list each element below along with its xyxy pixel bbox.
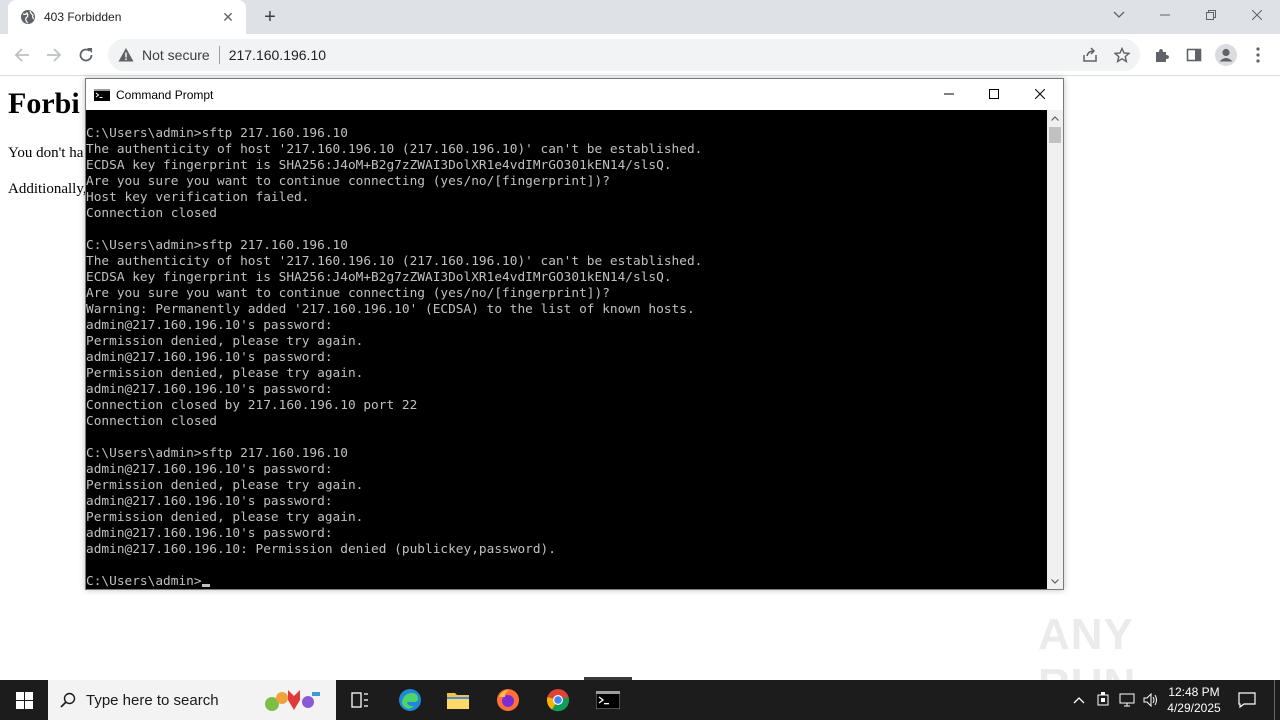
browser-tab[interactable]: 403 Forbidden ✕ <box>8 0 246 34</box>
system-clock[interactable]: 12:48 PM 4/29/2025 <box>1160 680 1228 720</box>
search-highlight-illustration-icon <box>265 690 320 711</box>
page-paragraph-2: Additionally, <box>8 181 87 197</box>
device-status-icon[interactable] <box>1092 680 1114 720</box>
browser-toolbar: Not secure 217.160.196.10 <box>0 34 1280 76</box>
windows-taskbar: Type here to search 12:48 PM 4/29/2025 <box>0 680 1280 720</box>
warning-triangle-icon[interactable] <box>118 47 134 63</box>
close-icon[interactable] <box>1234 0 1280 30</box>
scroll-down-arrow-icon[interactable] <box>1047 573 1063 589</box>
chrome-icon[interactable] <box>534 680 582 720</box>
scroll-up-arrow-icon[interactable] <box>1047 110 1063 126</box>
text-cursor <box>201 584 210 587</box>
volume-icon[interactable] <box>1140 680 1162 720</box>
clock-date: 4/29/2025 <box>1167 701 1221 715</box>
show-desktop-button[interactable] <box>1274 680 1280 720</box>
cmd-close-icon[interactable] <box>1017 79 1063 109</box>
menu-kebab-icon[interactable] <box>1246 43 1270 67</box>
edge-browser-icon[interactable] <box>386 680 434 720</box>
cmd-titlebar[interactable]: Command Prompt <box>86 79 1063 110</box>
cmd-maximize-icon[interactable] <box>971 79 1017 109</box>
scroll-thumb[interactable] <box>1049 127 1061 143</box>
command-prompt-taskbar-icon[interactable] <box>584 680 632 720</box>
search-icon <box>60 692 76 708</box>
show-hidden-icons-chevron-icon[interactable] <box>1068 680 1090 720</box>
omnibox-separator <box>218 46 220 64</box>
side-panel-icon[interactable] <box>1182 43 1206 67</box>
page-paragraph-1: You don't ha <box>8 145 84 161</box>
url-text[interactable]: 217.160.196.10 <box>229 47 326 63</box>
security-status-label[interactable]: Not secure <box>142 47 210 63</box>
command-prompt-window[interactable]: Command Prompt C:\Users\admin>sftp 217.1… <box>85 78 1064 590</box>
clock-time: 12:48 PM <box>1168 685 1220 699</box>
file-explorer-icon[interactable] <box>434 680 482 720</box>
console-lines: C:\Users\admin>sftp 217.160.196.10 The a… <box>86 126 703 589</box>
restore-icon[interactable] <box>1188 0 1234 30</box>
network-icon[interactable] <box>1116 680 1138 720</box>
globe-icon <box>21 10 35 24</box>
tab-close-icon[interactable]: ✕ <box>220 9 236 25</box>
share-icon[interactable] <box>1082 47 1098 63</box>
start-windows-icon[interactable] <box>0 680 48 720</box>
console-output[interactable]: C:\Users\admin>sftp 217.160.196.10 The a… <box>86 110 1047 589</box>
page-heading: Forbi <box>8 87 80 120</box>
cmd-app-icon <box>94 88 110 101</box>
reload-icon[interactable] <box>74 43 98 67</box>
browser-tabstrip: 403 Forbidden ✕ + <box>0 0 1280 34</box>
minimize-icon[interactable] <box>1142 0 1188 30</box>
tab-title: 403 Forbidden <box>44 10 122 24</box>
taskbar-search-box[interactable]: Type here to search <box>48 680 336 720</box>
browser-window-controls <box>1096 0 1280 30</box>
bookmark-star-icon[interactable] <box>1114 47 1130 63</box>
address-bar[interactable]: Not secure 217.160.196.10 <box>108 39 1140 71</box>
back-arrow-icon[interactable] <box>10 43 34 67</box>
new-tab-button[interactable]: + <box>258 5 282 29</box>
anyrun-watermark: ANY RUN <box>1038 610 1238 709</box>
search-placeholder: Type here to search <box>86 691 219 709</box>
console-scrollbar[interactable] <box>1047 110 1063 589</box>
tab-search-chevron-icon[interactable] <box>1096 0 1142 30</box>
firefox-icon[interactable] <box>484 680 532 720</box>
extensions-puzzle-icon[interactable] <box>1150 43 1174 67</box>
forward-arrow-icon[interactable] <box>42 43 66 67</box>
console-text: C:\Users\admin>sftp 217.160.196.10 The a… <box>86 110 1047 589</box>
cmd-title: Command Prompt <box>116 87 214 102</box>
profile-avatar-icon[interactable] <box>1214 43 1238 67</box>
notification-center-icon[interactable] <box>1232 680 1262 720</box>
cmd-minimize-icon[interactable] <box>926 79 972 109</box>
task-view-icon[interactable] <box>336 680 384 720</box>
